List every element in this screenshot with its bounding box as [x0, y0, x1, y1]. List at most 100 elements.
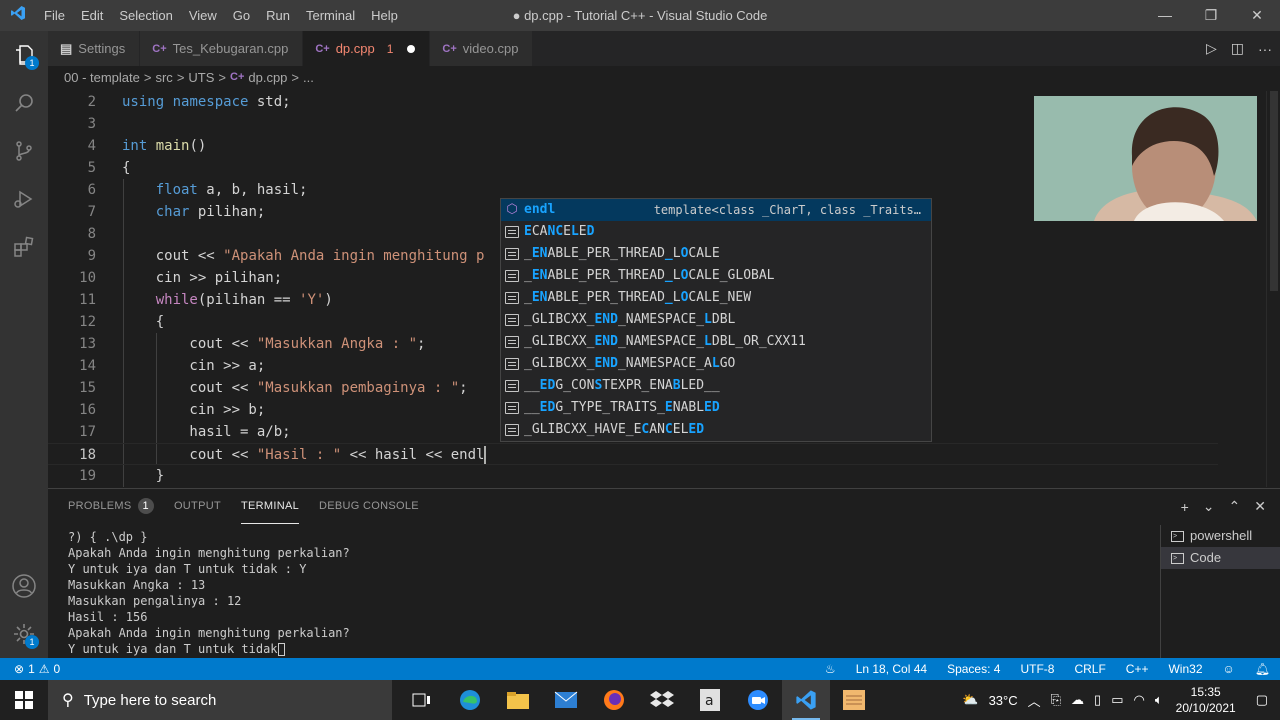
taskbar-search[interactable]: ⚲ Type here to search [48, 680, 392, 720]
feedback-icon[interactable]: ☺ [1213, 662, 1245, 676]
menu-file[interactable]: File [36, 0, 73, 31]
cursor-position[interactable]: Ln 18, Col 44 [846, 662, 937, 676]
zoom-icon[interactable] [734, 680, 782, 720]
notifications-bell-icon[interactable]: 🔔︎ [1245, 662, 1280, 676]
terminal-item-powershell[interactable]: > powershell [1161, 525, 1280, 547]
suggestion-item[interactable]: _GLIBCXX_END_NAMESPACE_ALGO [501, 353, 931, 375]
accounts-icon[interactable] [0, 562, 48, 610]
line-ending[interactable]: CRLF [1064, 662, 1115, 676]
mail-icon[interactable] [542, 680, 590, 720]
activity-bar: 1 1 [0, 31, 48, 658]
suggestion-item[interactable]: _GLIBCXX_HAVE_ECANCELED [501, 419, 931, 441]
code-token: cin >> b; [122, 402, 266, 418]
line-number: 4 [87, 138, 96, 154]
windows-start-icon[interactable] [0, 680, 48, 720]
task-view-icon[interactable] [398, 680, 446, 720]
cloud-icon[interactable]: ☁ [1066, 692, 1089, 708]
action-center-icon[interactable]: ▢ [1244, 692, 1280, 708]
breadcrumb-item[interactable]: dp.cpp [248, 70, 287, 85]
code-token: int [122, 138, 148, 154]
indentation[interactable]: Spaces: 4 [937, 662, 1010, 676]
search-icon[interactable] [0, 79, 48, 127]
breadcrumb-item[interactable]: 00 - template [64, 70, 140, 85]
breadcrumb-item[interactable]: UTS [188, 70, 214, 85]
suggestion-item[interactable]: _GLIBCXX_END_NAMESPACE_LDBL_OR_CXX11 [501, 331, 931, 353]
suggestion-item[interactable]: ⬡ endl template<class _CharT, class _Trait… [501, 199, 931, 221]
edge-browser-icon[interactable] [446, 680, 494, 720]
more-actions-icon[interactable]: ··· [1258, 41, 1272, 57]
line-code: cout << "Masukkan pembaginya : "; [122, 377, 467, 399]
dropbox-icon[interactable] [638, 680, 686, 720]
menu-view[interactable]: View [181, 0, 225, 31]
file-explorer-icon[interactable] [494, 680, 542, 720]
notes-app-icon[interactable] [830, 680, 878, 720]
explorer-icon[interactable]: 1 [0, 31, 48, 79]
menu-terminal[interactable]: Terminal [298, 0, 363, 31]
chevron-up-icon[interactable]: ︿ [1023, 691, 1046, 710]
restore-button[interactable]: ❐ [1188, 0, 1234, 31]
suggestion-item[interactable]: ECANCELED [501, 221, 931, 243]
tab-video-cpp[interactable]: C+ video.cpp [430, 31, 534, 66]
suggestion-item[interactable]: _GLIBCXX_END_NAMESPACE_LDBL [501, 309, 931, 331]
tab-problems[interactable]: PROBLEMS 1 [68, 489, 154, 524]
terminal-label: powershell [1190, 528, 1253, 543]
suggestion-item[interactable]: _ENABLE_PER_THREAD_LOCALE [501, 243, 931, 265]
language-mode[interactable]: C++ [1116, 662, 1159, 676]
suggestion-item[interactable]: __EDG_CONSTEXPR_ENABLED__ [501, 375, 931, 397]
close-button[interactable]: ✕ [1234, 0, 1280, 31]
code-line[interactable]: 19 } [48, 465, 1218, 487]
suggestion-item[interactable]: _ENABLE_PER_THREAD_LOCALE_NEW [501, 287, 931, 309]
tab-debug-console[interactable]: DEBUG CONSOLE [319, 489, 419, 524]
menu-help[interactable]: Help [363, 0, 406, 31]
close-panel-icon[interactable]: ✕ [1254, 498, 1266, 515]
amazon-icon[interactable]: a [686, 680, 734, 720]
menu-selection[interactable]: Selection [111, 0, 180, 31]
encoding[interactable]: UTF-8 [1010, 662, 1064, 676]
extensions-icon[interactable] [0, 223, 48, 271]
clock[interactable]: 15:35 20/10/2021 [1168, 684, 1244, 716]
weather-icon[interactable]: ⛅ [957, 692, 983, 708]
problems-status[interactable]: ⊗ 1 ⚠ 0 [0, 662, 60, 676]
editor-scrollbar[interactable] [1266, 91, 1280, 487]
terminal-dropdown-icon[interactable]: ⌄ [1203, 498, 1215, 515]
scrollbar-thumb[interactable] [1270, 91, 1278, 291]
terminal-item-code[interactable]: > Code [1161, 547, 1280, 569]
autocomplete-widget[interactable]: ⬡ endl template<class _CharT, class _Trait… [500, 198, 932, 442]
minimize-button[interactable]: — [1142, 0, 1188, 31]
terminal-line: ?) { .\dp } [68, 530, 148, 544]
platform[interactable]: Win32 [1158, 662, 1212, 676]
line-code: char pilihan; [122, 201, 266, 223]
maximize-panel-icon[interactable]: ⌃ [1229, 498, 1241, 515]
breadcrumb-item[interactable]: src [155, 70, 172, 85]
terminal-output[interactable]: ?) { .\dp } Apakah Anda ingin menghitung … [68, 529, 1148, 657]
tab-output[interactable]: OUTPUT [174, 489, 221, 524]
run-debug-icon[interactable] [0, 175, 48, 223]
meet-now-icon[interactable]: ⎘ [1046, 692, 1066, 708]
suggestion-item[interactable]: __EDG_TYPE_TRAITS_ENABLED [501, 397, 931, 419]
menu-edit[interactable]: Edit [73, 0, 111, 31]
run-file-icon[interactable]: ▷ [1206, 40, 1217, 57]
usb-icon[interactable]: ▯ [1089, 692, 1106, 708]
firefox-icon[interactable] [590, 680, 638, 720]
tab-terminal[interactable]: TERMINAL [240, 489, 300, 524]
breadcrumb-item[interactable]: ... [303, 70, 314, 85]
menu-run[interactable]: Run [258, 0, 298, 31]
manage-gear-icon[interactable]: 1 [0, 610, 48, 658]
menu-go[interactable]: Go [225, 0, 258, 31]
new-terminal-icon[interactable]: + [1181, 499, 1189, 515]
suggestion-item[interactable]: _ENABLE_PER_THREAD_LOCALE_GLOBAL [501, 265, 931, 287]
tab-settings[interactable]: ▤ Settings [48, 31, 141, 66]
unsaved-dot-icon[interactable] [407, 44, 416, 53]
temperature[interactable]: 33°C [984, 693, 1023, 708]
wifi-icon[interactable]: ◠ [1128, 692, 1149, 708]
tab-tes-kebugaran[interactable]: C+ Tes_Kebugaran.cpp [140, 31, 304, 66]
source-control-icon[interactable] [0, 127, 48, 175]
code-line[interactable]: 18 cout << "Hasil : " << hasil << endl [48, 443, 1218, 465]
battery-icon[interactable]: ▭ [1106, 692, 1128, 708]
volume-icon[interactable]: 🔈︎ [1150, 692, 1168, 708]
split-editor-icon[interactable]: ◫ [1231, 40, 1244, 57]
tab-dp-cpp[interactable]: C+ dp.cpp 1 [303, 31, 431, 66]
flame-icon[interactable]: ♨ [815, 662, 846, 676]
vscode-taskbar-icon[interactable] [782, 680, 830, 720]
